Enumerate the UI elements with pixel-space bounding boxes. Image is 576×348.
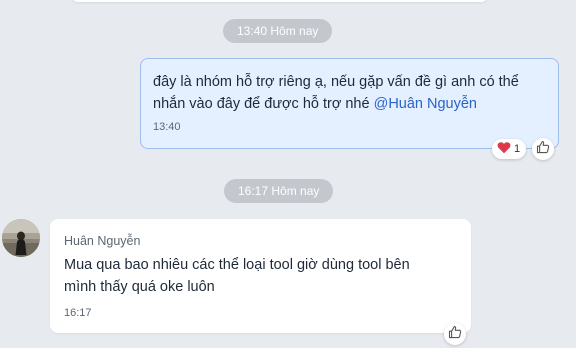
message-text: Mua qua bao nhiêu các thể loại tool giờ … <box>64 254 457 298</box>
message-line: nhắn vào đây để được hỗ trợ nhé <box>153 96 374 112</box>
previous-message-bubble[interactable] <box>71 0 488 2</box>
chat-view: 13:40 Hôm nay đây là nhóm hỗ trợ riêng ạ… <box>0 0 576 348</box>
time-divider: 13:40 Hôm nay <box>223 19 333 43</box>
message-line: đây là nhóm hỗ trợ riêng ạ, nếu gặp vấn … <box>153 74 519 90</box>
incoming-message[interactable]: Huân Nguyễn Mua qua bao nhiêu các thể lo… <box>50 219 471 333</box>
message-text: đây là nhóm hỗ trợ riêng ạ, nếu gặp vấn … <box>153 71 546 115</box>
thumbs-up-icon <box>448 325 462 344</box>
time-divider: 16:17 Hôm nay <box>224 179 334 203</box>
message-line: Mua qua bao nhiêu các thể loại tool giờ … <box>64 257 410 273</box>
react-button[interactable] <box>532 138 554 160</box>
heart-icon <box>497 141 511 157</box>
mention-link[interactable]: @Huân Nguyễn <box>374 96 477 112</box>
message-time: 16:17 <box>64 307 92 319</box>
outgoing-message[interactable]: đây là nhóm hỗ trợ riêng ạ, nếu gặp vấn … <box>140 58 559 149</box>
message-line: mình thấy quá oke luôn <box>64 279 215 295</box>
reaction-summary[interactable]: 1 <box>492 139 527 159</box>
avatar[interactable] <box>2 219 40 257</box>
reaction-count: 1 <box>514 143 521 155</box>
sender-name[interactable]: Huân Nguyễn <box>64 234 457 248</box>
thumbs-up-icon <box>536 140 550 159</box>
message-time: 13:40 <box>153 121 181 133</box>
react-button[interactable] <box>444 323 466 345</box>
